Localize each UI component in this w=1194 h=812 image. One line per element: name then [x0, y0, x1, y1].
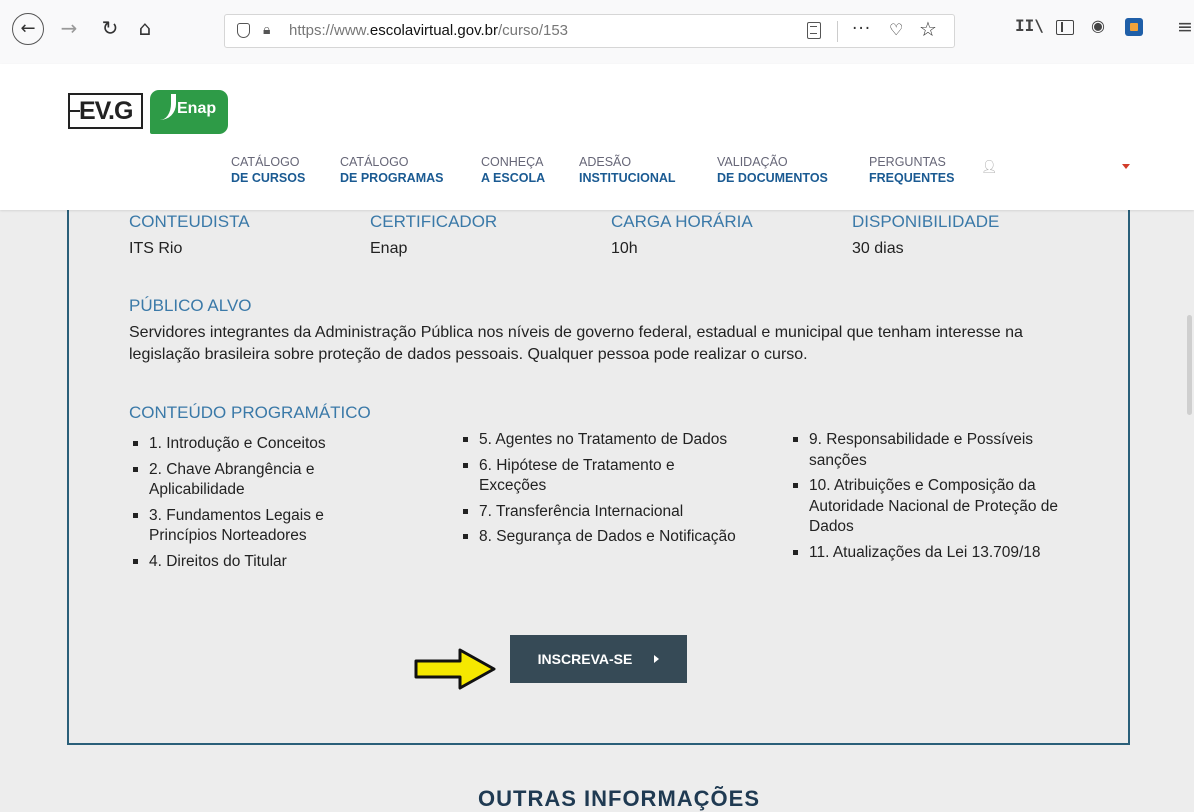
audience-heading: PÚBLICO ALVO — [129, 296, 252, 315]
reload-icon[interactable]: ↻ — [96, 14, 124, 42]
list-item: 5. Agentes no Tratamento de Dados — [459, 430, 744, 451]
nav-item-label-top: CATÁLOGO — [340, 155, 409, 169]
author-value: ITS Rio — [129, 240, 183, 257]
enap-logo-mark — [160, 94, 176, 120]
menu-icon[interactable]: ≡ — [1177, 16, 1193, 38]
nav-item-about-school[interactable]: CONHEÇA A ESCOLA — [481, 154, 545, 186]
home-icon[interactable]: ⌂ — [131, 14, 159, 42]
list-item: 10. Atribuições e Composição da Autorida… — [789, 476, 1089, 538]
nav-item-program-catalog[interactable]: CATÁLOGO DE PROGRAMAS — [340, 154, 443, 186]
library-icon[interactable]: II\ — [1015, 16, 1044, 35]
forward-icon[interactable]: → — [55, 14, 83, 42]
list-item: 4. Direitos do Titular — [129, 552, 389, 573]
enap-logo-text: Enap — [177, 100, 217, 117]
list-item: 6. Hipótese de Tratamento e Exceções — [459, 456, 744, 497]
browser-toolbar: ← → ↻ ⌂ 🔒︎ https://www.escolavirtual.gov… — [0, 0, 1194, 65]
more-icon[interactable]: ··· — [852, 19, 871, 39]
nav-item-label-top: CATÁLOGO — [231, 155, 300, 169]
nav-item-label-bottom: INSTITUCIONAL — [579, 171, 676, 185]
chevron-right-icon — [654, 655, 660, 663]
evg-logo[interactable]: EV.G — [68, 93, 143, 129]
url-divider — [837, 21, 838, 42]
nav-item-label-top: CONHEÇA — [481, 155, 544, 169]
workload-value: 10h — [611, 240, 638, 257]
author-label: CONTEUDISTA — [129, 212, 250, 231]
url-domain: escolavirtual.gov.br — [369, 22, 498, 39]
nav-item-faq[interactable]: PERGUNTAS FREQUENTES — [869, 154, 954, 186]
bookmark-star-icon[interactable]: ☆ — [919, 17, 937, 41]
list-item: 8. Segurança de Dados e Notificação — [459, 527, 744, 548]
list-item: 1. Introdução e Conceitos — [129, 434, 389, 455]
nav-item-label-bottom: FREQUENTES — [869, 171, 955, 185]
program-heading: CONTEÚDO PROGRAMÁTICO — [129, 403, 371, 422]
url-text[interactable]: https://www.escolavirtual.gov.br/curso/1… — [289, 22, 568, 39]
list-item: 11. Atualizações da Lei 13.709/18 — [789, 543, 1089, 564]
audience-text: Servidores integrantes da Administração … — [129, 324, 1023, 363]
nav-item-label-top: PERGUNTAS — [869, 155, 946, 169]
certifier-label: CERTIFICADOR — [370, 212, 498, 231]
subscribe-button[interactable]: INSCREVA-SE — [510, 635, 687, 683]
user-icon[interactable]: 👤︎ — [981, 160, 998, 175]
workload-label: CARGA HORÁRIA — [611, 212, 753, 231]
nav-item-label-bottom: DE PROGRAMAS — [340, 171, 444, 185]
back-icon[interactable]: ← — [12, 13, 44, 45]
topic-list-column-1: 1. Introdução e Conceitos 2. Chave Abran… — [129, 434, 389, 577]
nav-item-institutional[interactable]: ADESÃO INSTITUCIONAL — [579, 154, 676, 186]
url-prefix: https://www. — [289, 22, 370, 39]
lock-icon[interactable]: 🔒︎ — [263, 22, 270, 38]
extension-icon[interactable] — [1125, 18, 1143, 36]
sidebar-icon[interactable] — [1056, 20, 1074, 35]
list-item: 2. Chave Abrangência e Aplicabilidade — [129, 460, 389, 501]
availability-label: DISPONIBILIDADE — [852, 212, 1000, 231]
pocket-icon[interactable]: ♡ — [889, 20, 903, 39]
nav-item-document-validation[interactable]: VALIDAÇÃO DE DOCUMENTOS — [717, 154, 828, 186]
list-item: 3. Fundamentos Legais e Princípios Norte… — [129, 506, 389, 547]
certifier-value: Enap — [370, 240, 408, 257]
reader-icon[interactable] — [807, 22, 821, 39]
address-bar[interactable]: 🔒︎ https://www.escolavirtual.gov.br/curs… — [224, 14, 955, 48]
topic-list-column-2: 5. Agentes no Tratamento de Dados 6. Hip… — [459, 430, 744, 553]
enap-logo[interactable]: Enap — [150, 90, 228, 134]
caret-down-icon[interactable] — [1122, 164, 1130, 169]
shield-icon[interactable] — [237, 23, 250, 38]
account-icon[interactable]: ◉ — [1091, 16, 1105, 35]
yellow-arrow-icon — [414, 648, 496, 690]
nav-item-label-top: VALIDAÇÃO — [717, 155, 788, 169]
nav-item-course-catalog[interactable]: CATÁLOGO DE CURSOS — [231, 154, 305, 186]
nav-item-label-bottom: DE DOCUMENTOS — [717, 171, 828, 185]
other-info-heading: OUTRAS INFORMAÇÕES — [478, 786, 760, 811]
nav-item-label-bottom: DE CURSOS — [231, 171, 306, 185]
topic-list-column-3: 9. Responsabilidade e Possíveis sanções … — [789, 430, 1089, 568]
subscribe-button-label: INSCREVA-SE — [537, 651, 633, 667]
nav-item-label-top: ADESÃO — [579, 155, 632, 169]
nav-item-label-bottom: A ESCOLA — [481, 171, 546, 185]
list-item: 7. Transferência Internacional — [459, 502, 744, 523]
url-path: /curso/153 — [497, 22, 569, 39]
availability-value: 30 dias — [852, 240, 904, 257]
list-item: 9. Responsabilidade e Possíveis sanções — [789, 430, 1089, 471]
scrollbar-thumb[interactable] — [1187, 315, 1192, 415]
site-header: EV.G Enap CATÁLOGO DE CURSOS CATÁLOGO DE… — [0, 64, 1194, 210]
